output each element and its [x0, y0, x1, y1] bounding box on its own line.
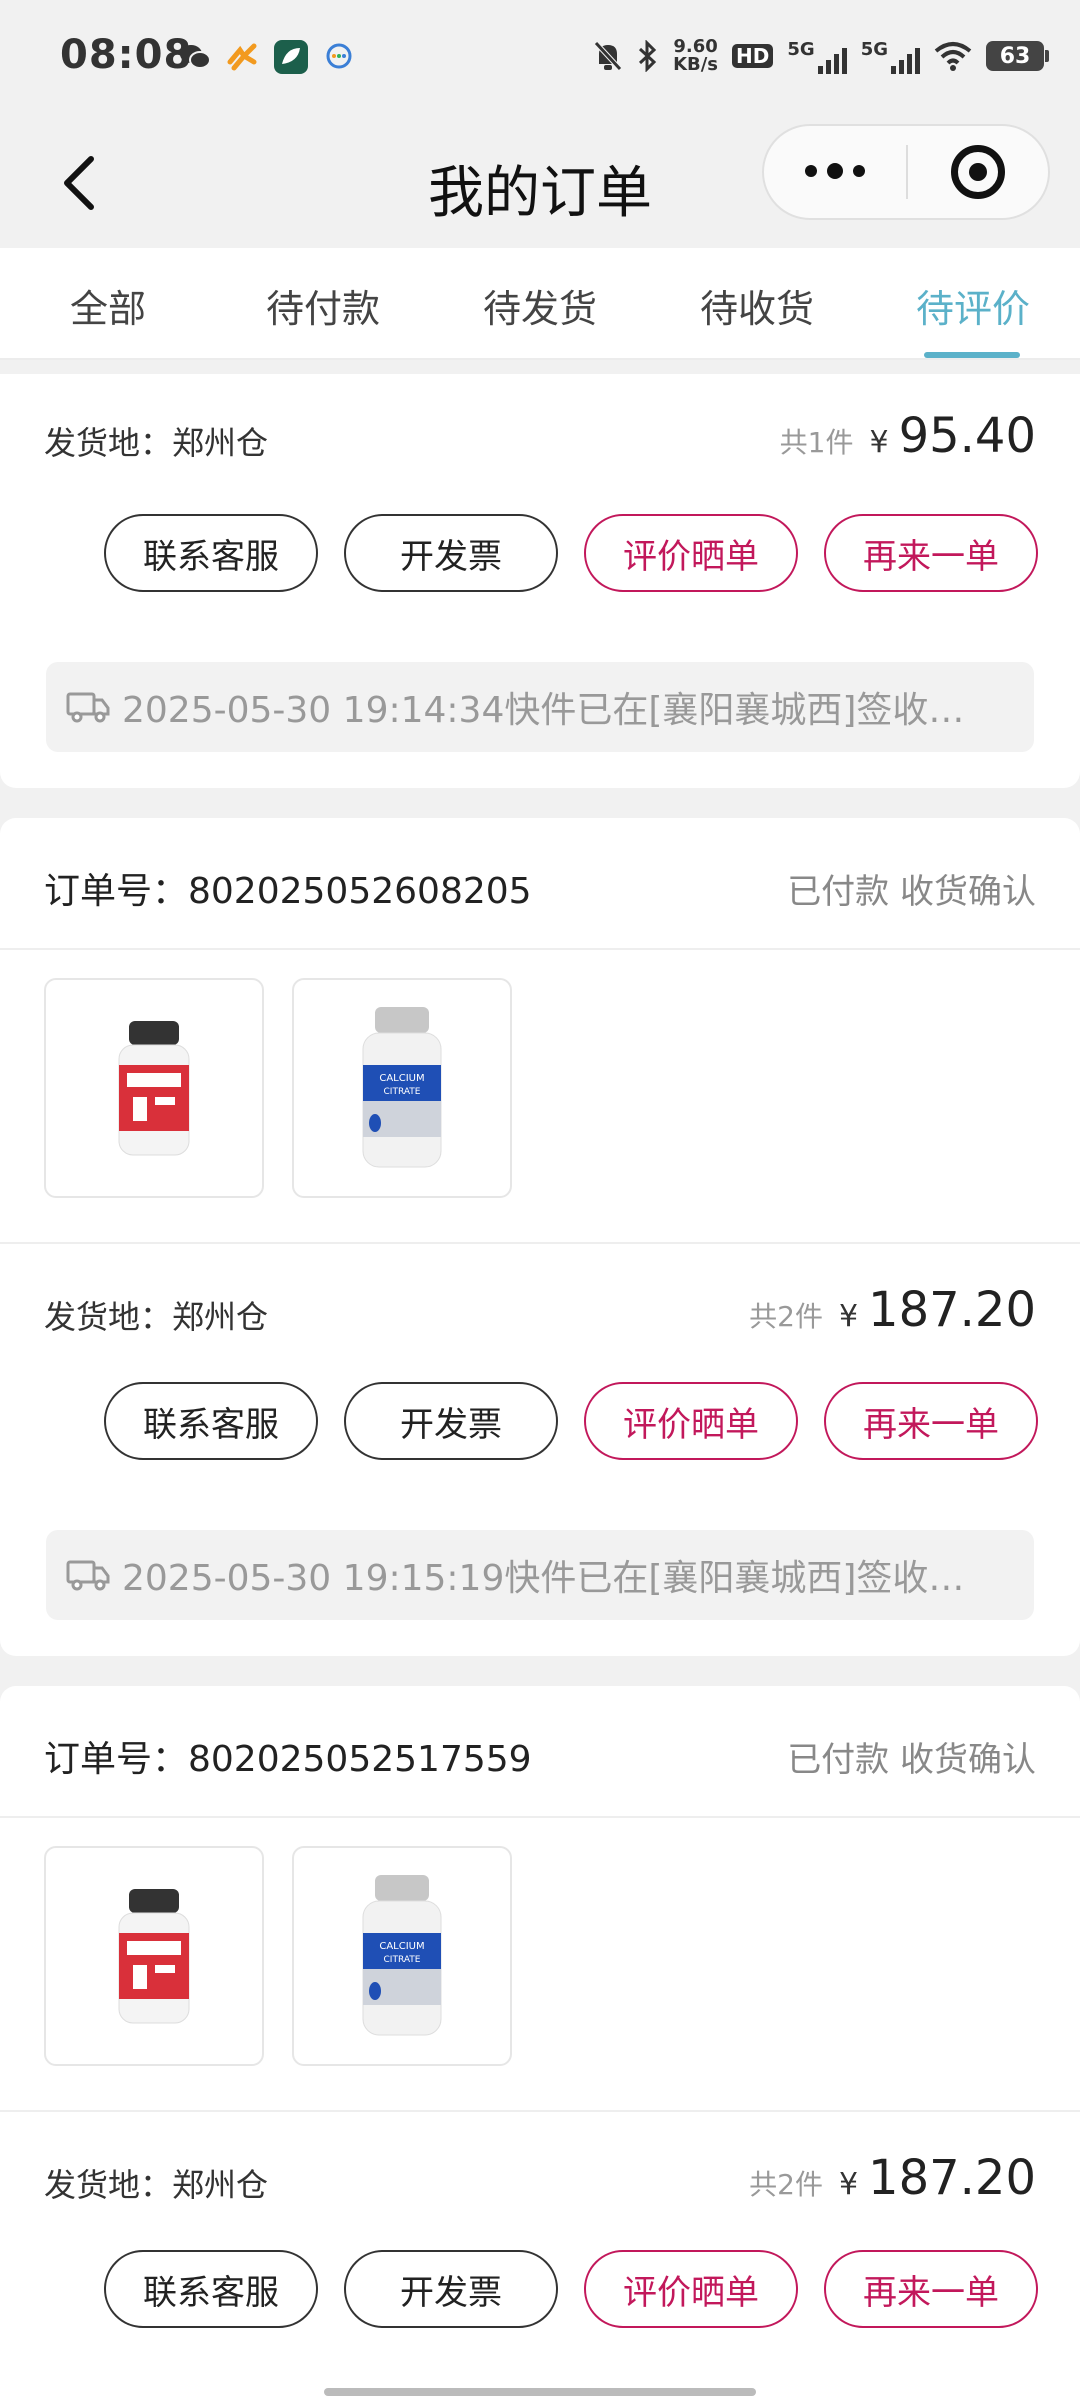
divider: [0, 1242, 1080, 1244]
order-amount: 187.20: [868, 1282, 1036, 1338]
system-indicators: 9.60 KB/s HD 5G 5G 63: [593, 36, 1049, 75]
order-card: 订单号：802025052608205 已付款 收货确认 CALCIUM CITR…: [0, 818, 1080, 1656]
order-number: 订单号：802025052517559: [44, 1739, 532, 1780]
product-thumbnail[interactable]: [44, 1846, 264, 2066]
contact-service-button[interactable]: 联系客服: [104, 514, 318, 592]
product-thumbnail[interactable]: [44, 978, 264, 1198]
dot-icon: [805, 165, 817, 177]
status-bar: 08:08 9.60 KB/s HD 5G 5G 63: [0, 0, 1080, 118]
truck-icon: [66, 1560, 110, 1591]
product-thumbnail[interactable]: CALCIUM CITRATE: [292, 978, 512, 1198]
active-tab-indicator: [924, 352, 1020, 358]
tab-pending-review[interactable]: 待评价: [916, 278, 1030, 333]
mute-bell-icon: [594, 41, 622, 71]
item-count: 共2件: [749, 2168, 823, 2201]
close-mini-program-button[interactable]: [908, 145, 1048, 199]
status-time: 08:08: [60, 32, 193, 78]
order-header: 订单号：802025052608205 已付款 收货确认: [0, 818, 1080, 950]
product-thumbnails: CALCIUM CITRATE: [44, 978, 512, 1198]
dot-icon: [853, 165, 865, 177]
svg-text:CALCIUM: CALCIUM: [379, 1073, 424, 1084]
logistics-text: 2025-05-30 19:14:34快件已在[襄阳襄城西]签收…: [122, 690, 965, 731]
order-total: 共2件 ¥ 187.20: [749, 2150, 1036, 2206]
invoice-button[interactable]: 开发票: [344, 2250, 558, 2328]
invoice-button[interactable]: 开发票: [344, 514, 558, 592]
reorder-button[interactable]: 再来一单: [824, 514, 1038, 592]
reorder-button[interactable]: 再来一单: [824, 1382, 1038, 1460]
invoice-button[interactable]: 开发票: [344, 1382, 558, 1460]
wechat-icon: [178, 40, 212, 74]
order-number: 订单号：802025052608205: [44, 871, 532, 912]
truck-icon: [66, 692, 110, 723]
logistics-info[interactable]: 2025-05-30 19:15:19快件已在[襄阳襄城西]签收…: [46, 1530, 1034, 1620]
logistics-text: 2025-05-30 19:15:19快件已在[襄阳襄城西]签收…: [122, 1558, 965, 1599]
currency-symbol: ¥: [869, 425, 889, 460]
tab-pending-receipt[interactable]: 待收货: [700, 278, 814, 333]
order-status: 已付款 收货确认: [787, 1740, 1036, 1780]
reorder-button[interactable]: 再来一单: [824, 2250, 1038, 2328]
notification-icons: [178, 40, 356, 74]
order-actions: 联系客服 开发票 评价晒单 再来一单: [104, 514, 1038, 592]
svg-text:CALCIUM: CALCIUM: [379, 1941, 424, 1952]
order-total: 共1件 ¥ 95.40: [780, 408, 1036, 464]
tab-pending-payment[interactable]: 待付款: [266, 278, 380, 333]
order-total: 共2件 ¥ 187.20: [749, 1282, 1036, 1338]
net-speed: 9.60 KB/s: [673, 36, 719, 75]
review-button[interactable]: 评价晒单: [584, 514, 798, 592]
contact-service-button[interactable]: 联系客服: [104, 2250, 318, 2328]
dot-icon: [827, 163, 843, 179]
wifi-icon: [934, 42, 972, 71]
red-supplement-bottle-icon: [118, 1021, 190, 1156]
order-card: 订单号：802025052517559 已付款 收货确认 CALCIUM CITR…: [0, 1686, 1080, 2400]
ship-from: 发货地：郑州仓: [44, 2166, 269, 2204]
tab-pending-shipment[interactable]: 待发货: [483, 278, 597, 333]
target-icon: [950, 145, 1005, 199]
logistics-info[interactable]: 2025-05-30 19:14:34快件已在[襄阳襄城西]签收…: [46, 662, 1034, 752]
tab-all[interactable]: 全部: [70, 278, 146, 333]
mini-program-capsule: [762, 124, 1050, 220]
order-header: 订单号：802025052517559 已付款 收货确认: [0, 1686, 1080, 1818]
order-amount: 187.20: [868, 2150, 1036, 2206]
review-button[interactable]: 评价晒单: [584, 2250, 798, 2328]
calcium-citrate-bottle-icon: CALCIUM CITRATE: [362, 1875, 442, 2036]
app-leaf-icon: [274, 40, 308, 74]
order-actions: 联系客服 开发票 评价晒单 再来一单: [104, 1382, 1038, 1460]
contact-service-button[interactable]: 联系客服: [104, 1382, 318, 1460]
hd-badge: HD: [732, 44, 774, 68]
order-actions: 联系客服 开发票 评价晒单 再来一单: [104, 2250, 1038, 2328]
red-supplement-bottle-icon: [118, 1889, 190, 2024]
item-count: 共2件: [749, 1300, 823, 1333]
signal-2: 5G: [861, 39, 920, 74]
chat-bubble-icon: [322, 40, 356, 74]
svg-text:CITRATE: CITRATE: [384, 1955, 421, 1965]
bluetooth-icon: [639, 40, 657, 72]
signal-1: 5G: [787, 39, 847, 74]
order-amount: 95.40: [898, 408, 1036, 464]
ship-from: 发货地：郑州仓: [44, 1298, 269, 1336]
home-indicator[interactable]: [324, 2388, 756, 2396]
currency-symbol: ¥: [838, 1299, 859, 1334]
product-thumbnail[interactable]: CALCIUM CITRATE: [292, 1846, 512, 2066]
review-button[interactable]: 评价晒单: [584, 1382, 798, 1460]
order-tabs: 全部 待付款 待发货 待收货 待评价: [0, 248, 1080, 360]
divider: [0, 2110, 1080, 2112]
item-count: 共1件: [779, 426, 854, 459]
order-card: 发货地：郑州仓 共1件 ¥ 95.40 联系客服 开发票 评价晒单 再来一单 2…: [0, 374, 1080, 788]
ship-from: 发货地：郑州仓: [44, 424, 269, 462]
calcium-citrate-bottle-icon: CALCIUM CITRATE: [362, 1007, 442, 1168]
battery-indicator: 63: [986, 41, 1049, 71]
taobao-icon: [226, 40, 260, 74]
product-thumbnails: CALCIUM CITRATE: [44, 1846, 512, 2066]
svg-text:CITRATE: CITRATE: [384, 1087, 421, 1097]
order-status: 已付款 收货确认: [787, 872, 1036, 912]
nav-header: 我的订单: [0, 118, 1080, 248]
currency-symbol: ¥: [838, 2167, 859, 2202]
more-menu-button[interactable]: [764, 163, 906, 179]
